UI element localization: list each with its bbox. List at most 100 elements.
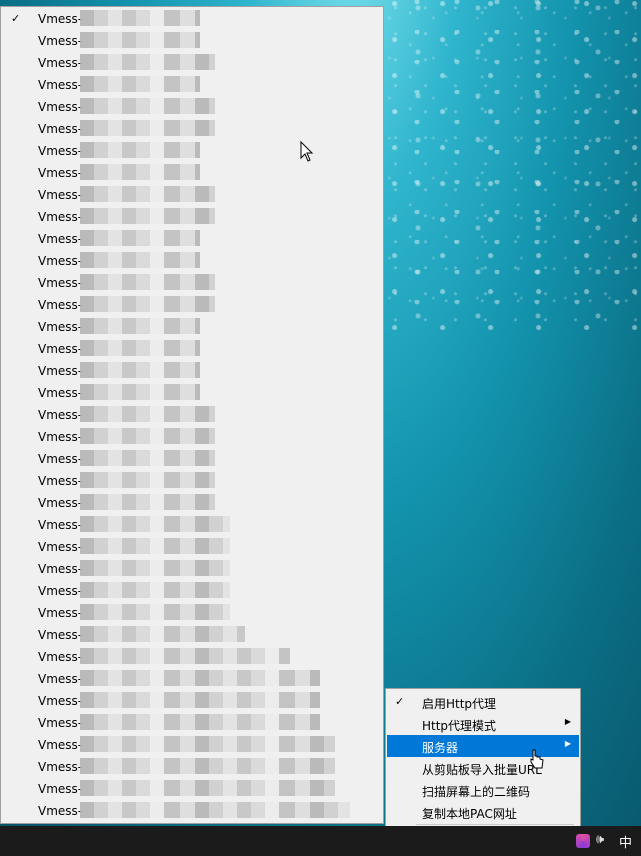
redacted-server-name xyxy=(80,582,230,598)
server-item-label: Vmess- xyxy=(38,716,83,730)
menu-item-http-proxy-mode[interactable]: Http代理模式 ▶ xyxy=(387,713,579,735)
server-list-item[interactable]: Vmess- xyxy=(1,162,383,184)
menu-item-import-urls-from-clipboard[interactable]: 从剪贴板导入批量URL xyxy=(387,757,579,779)
server-list-item[interactable]: Vmess- xyxy=(1,118,383,140)
server-list-item[interactable]: Vmess- xyxy=(1,184,383,206)
redacted-server-name xyxy=(80,296,215,312)
server-list-item[interactable]: Vmess- xyxy=(1,426,383,448)
server-list-item[interactable]: Vmess- xyxy=(1,668,383,690)
redacted-server-name xyxy=(80,54,215,70)
server-item-label: Vmess- xyxy=(38,364,83,378)
redacted-server-name xyxy=(80,472,215,488)
redacted-server-name xyxy=(80,736,335,752)
server-list-item[interactable]: Vmess- xyxy=(1,536,383,558)
server-item-label: Vmess- xyxy=(38,628,83,642)
server-list-item[interactable]: Vmess- xyxy=(1,206,383,228)
redacted-server-name xyxy=(80,340,200,356)
server-submenu: ✓ Vmess- Vmess- Vmess- Vmess- Vmess- Vmess- Vme… xyxy=(0,6,384,824)
server-list-item[interactable]: Vmess- xyxy=(1,96,383,118)
server-list-item[interactable]: Vmess- xyxy=(1,646,383,668)
server-list-item[interactable]: Vmess- xyxy=(1,580,383,602)
volume-icon[interactable]: 🕪 xyxy=(596,832,604,847)
menu-item-label: 从剪贴板导入批量URL xyxy=(422,763,542,777)
server-item-label: Vmess- xyxy=(38,232,83,246)
server-list-item[interactable]: Vmess- xyxy=(1,404,383,426)
server-item-label: Vmess- xyxy=(38,276,83,290)
redacted-server-name xyxy=(80,802,350,818)
redacted-server-name xyxy=(80,230,200,246)
server-item-label: Vmess- xyxy=(38,694,83,708)
redacted-server-name xyxy=(80,142,200,158)
server-list-item[interactable]: Vmess- xyxy=(1,316,383,338)
server-list-item[interactable]: Vmess- xyxy=(1,52,383,74)
server-item-label: Vmess- xyxy=(38,100,83,114)
redacted-server-name xyxy=(80,648,290,664)
server-list-item[interactable]: Vmess- xyxy=(1,360,383,382)
server-list-item[interactable]: Vmess- xyxy=(1,734,383,756)
redacted-server-name xyxy=(80,516,230,532)
menu-item-label: 扫描屏幕上的二维码 xyxy=(422,785,531,799)
server-item-label: Vmess- xyxy=(38,386,83,400)
server-item-label: Vmess- xyxy=(38,474,83,488)
server-item-label: Vmess- xyxy=(38,78,83,92)
server-list-item[interactable]: Vmess- xyxy=(1,382,383,404)
menu-item-label: 启用Http代理 xyxy=(422,697,497,711)
server-list-item[interactable]: Vmess- xyxy=(1,470,383,492)
menu-item-enable-http-proxy[interactable]: ✓ 启用Http代理 xyxy=(387,691,579,713)
redacted-server-name xyxy=(80,362,200,378)
menu-separator xyxy=(416,824,574,825)
ime-indicator[interactable]: 中 xyxy=(619,832,632,851)
server-list-item[interactable]: Vmess- xyxy=(1,30,383,52)
server-item-label: Vmess- xyxy=(38,518,83,532)
server-list-item[interactable]: Vmess- xyxy=(1,778,383,800)
server-item-label: Vmess- xyxy=(38,342,83,356)
server-item-label: Vmess- xyxy=(38,144,83,158)
server-list-item[interactable]: Vmess- xyxy=(1,294,383,316)
redacted-server-name xyxy=(80,274,215,290)
server-list-item[interactable]: ✓ Vmess- xyxy=(1,8,383,30)
server-item-label: Vmess- xyxy=(38,210,83,224)
server-list-item[interactable]: Vmess- xyxy=(1,624,383,646)
server-item-label: Vmess- xyxy=(38,34,83,48)
redacted-server-name xyxy=(80,384,200,400)
server-item-label: Vmess- xyxy=(38,672,83,686)
server-item-label: Vmess- xyxy=(38,320,83,334)
server-list-item[interactable]: Vmess- xyxy=(1,140,383,162)
server-list-item[interactable]: Vmess- xyxy=(1,558,383,580)
menu-item-scan-qrcode[interactable]: 扫描屏幕上的二维码 xyxy=(387,779,579,801)
server-list-item[interactable]: Vmess- xyxy=(1,514,383,536)
redacted-server-name xyxy=(80,670,320,686)
server-list-item[interactable]: Vmess- xyxy=(1,338,383,360)
hand-cursor-icon xyxy=(530,749,544,769)
server-list-item[interactable]: Vmess- xyxy=(1,492,383,514)
redacted-server-name xyxy=(80,32,200,48)
server-list-item[interactable]: Vmess- xyxy=(1,250,383,272)
server-item-label: Vmess- xyxy=(38,804,83,818)
server-item-label: Vmess- xyxy=(38,606,83,620)
redacted-server-name xyxy=(80,714,320,730)
server-item-label: Vmess- xyxy=(38,760,83,774)
redacted-server-name xyxy=(80,318,200,334)
menu-item-label: Http代理模式 xyxy=(422,719,497,733)
server-list-item[interactable]: Vmess- xyxy=(1,272,383,294)
server-item-label: Vmess- xyxy=(38,408,83,422)
server-list-item[interactable]: Vmess- xyxy=(1,602,383,624)
menu-item-servers[interactable]: 服务器 ▶ xyxy=(387,735,579,757)
server-list-item[interactable]: Vmess- xyxy=(1,448,383,470)
menu-item-copy-pac-url[interactable]: 复制本地PAC网址 xyxy=(387,801,579,823)
server-list-item[interactable]: Vmess- xyxy=(1,690,383,712)
server-list-item[interactable]: Vmess- xyxy=(1,756,383,778)
server-list-item[interactable]: Vmess- xyxy=(1,712,383,734)
v2ray-tray-icon[interactable] xyxy=(576,834,590,848)
redacted-server-name xyxy=(80,758,335,774)
server-item-label: Vmess- xyxy=(38,298,83,312)
redacted-server-name xyxy=(80,428,215,444)
submenu-arrow-icon: ▶ xyxy=(564,739,571,748)
redacted-server-name xyxy=(80,538,230,554)
redacted-server-name xyxy=(80,98,215,114)
server-list-item[interactable]: Vmess- xyxy=(1,228,383,250)
server-list-item[interactable]: Vmess- xyxy=(1,800,383,822)
server-list-item[interactable]: Vmess- xyxy=(1,74,383,96)
server-item-label: Vmess- xyxy=(38,562,83,576)
redacted-server-name xyxy=(80,208,215,224)
